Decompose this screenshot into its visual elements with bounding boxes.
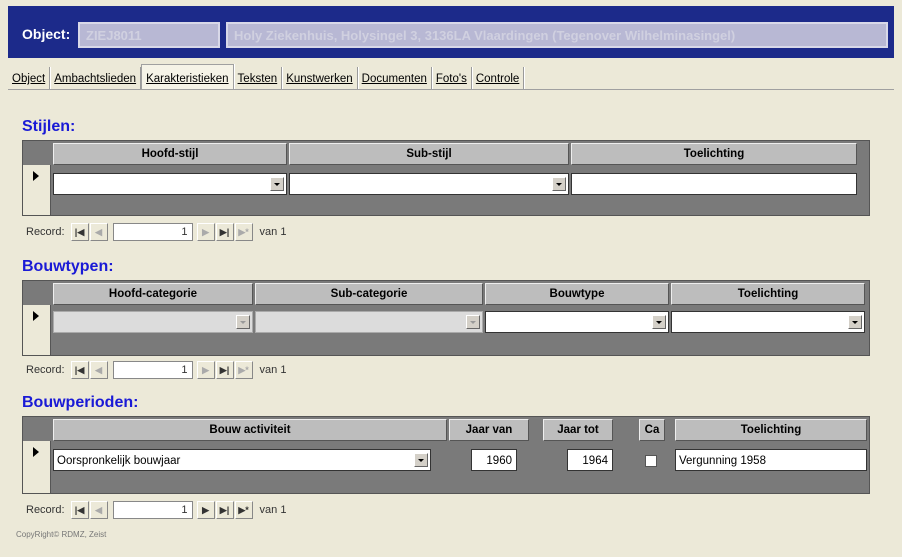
col-bouwtype[interactable]: Bouwtype <box>485 283 669 305</box>
prev-record-icon[interactable]: ◀ <box>89 361 108 379</box>
first-record-icon[interactable]: |◀ <box>70 361 89 379</box>
bouw-activiteit-value: Oorspronkelijk bouwjaar <box>57 455 181 467</box>
record-count: van 1 <box>259 364 287 376</box>
last-record-icon[interactable]: ▶| <box>215 361 234 379</box>
col-ca[interactable]: Ca <box>639 419 665 441</box>
record-label: Record: <box>26 226 65 238</box>
first-record-icon[interactable]: |◀ <box>70 501 89 519</box>
dropdown-arrow-icon[interactable] <box>652 315 666 329</box>
dropdown-arrow-icon[interactable] <box>848 315 862 329</box>
object-label: Object: <box>22 26 71 42</box>
col-toelichting[interactable]: Toelichting <box>571 143 857 165</box>
hoofd-stijl-combo[interactable] <box>53 173 287 195</box>
prev-record-icon[interactable]: ◀ <box>89 501 108 519</box>
record-selector-icon <box>33 447 39 457</box>
periode-toelichting-field[interactable]: Vergunning 1958 <box>675 449 867 471</box>
record-label: Record: <box>26 504 65 516</box>
tab-teksten[interactable]: Teksten <box>234 67 283 90</box>
col-toelichting[interactable]: Toelichting <box>675 419 867 441</box>
stijl-toelichting-field[interactable] <box>571 173 857 195</box>
bouw-activiteit-combo[interactable]: Oorspronkelijk bouwjaar <box>53 449 431 471</box>
prev-record-icon[interactable]: ◀ <box>89 223 108 241</box>
record-selector[interactable] <box>23 165 51 215</box>
tab-fotos[interactable]: Foto's <box>432 67 472 90</box>
tab-ambachtslieden[interactable]: Ambachtslieden <box>50 67 142 90</box>
col-sub-categorie[interactable]: Sub-categorie <box>255 283 483 305</box>
tab-karakteristieken-label: Karakteristieken <box>146 73 229 85</box>
tab-object[interactable]: Object <box>8 67 51 90</box>
last-record-icon[interactable]: ▶| <box>215 501 234 519</box>
stijlen-record-nav: Record: |◀ ◀ 1 ▶ ▶| ▶* van 1 <box>26 220 286 244</box>
object-address-field[interactable]: Holy Ziekenhuis, Holysingel 3, 3136LA Vl… <box>226 22 888 48</box>
first-record-icon[interactable]: |◀ <box>70 223 89 241</box>
record-selector-icon <box>33 311 39 321</box>
dropdown-arrow-icon[interactable] <box>236 315 250 329</box>
sub-stijl-combo[interactable] <box>289 173 569 195</box>
hoofd-categorie-combo[interactable] <box>53 311 253 333</box>
new-record-icon[interactable]: ▶* <box>234 501 253 519</box>
jaar-van-field[interactable]: 1960 <box>471 449 517 471</box>
stijlen-title: Stijlen: <box>22 118 76 135</box>
dropdown-arrow-icon[interactable] <box>466 315 480 329</box>
bouwtypen-title: Bouwtypen: <box>22 258 114 275</box>
stijlen-subform: Hoofd-stijl Sub-stijl Toelichting <box>22 140 870 216</box>
col-sub-stijl[interactable]: Sub-stijl <box>289 143 569 165</box>
col-toelichting[interactable]: Toelichting <box>671 283 865 305</box>
bouwperioden-record-nav: Record: |◀ ◀ 1 ▶ ▶| ▶* van 1 <box>26 498 286 522</box>
next-record-icon[interactable]: ▶ <box>196 501 215 519</box>
record-count: van 1 <box>259 504 287 516</box>
record-selector[interactable] <box>23 305 51 355</box>
dropdown-arrow-icon[interactable] <box>414 453 428 467</box>
col-bouw-activiteit[interactable]: Bouw activiteit <box>53 419 447 441</box>
tab-divider <box>8 89 894 90</box>
tab-documenten[interactable]: Documenten <box>358 67 432 90</box>
ca-checkbox[interactable] <box>645 455 657 467</box>
new-record-icon[interactable]: ▶* <box>234 361 253 379</box>
object-id-field[interactable]: ZIEJ8011 <box>78 22 220 48</box>
dropdown-arrow-icon[interactable] <box>552 177 566 191</box>
bouwtype-combo[interactable] <box>485 311 669 333</box>
sub-categorie-combo[interactable] <box>255 311 483 333</box>
col-hoofd-stijl[interactable]: Hoofd-stijl <box>53 143 287 165</box>
copyright-text: CopyRight© RDMZ, Zeist <box>16 530 107 539</box>
tab-karakteristieken[interactable]: Karakteristieken <box>141 64 234 90</box>
record-number-input[interactable]: 1 <box>112 223 193 241</box>
record-selector-icon <box>33 171 39 181</box>
next-record-icon[interactable]: ▶ <box>196 223 215 241</box>
col-hoofd-categorie[interactable]: Hoofd-categorie <box>53 283 253 305</box>
next-record-icon[interactable]: ▶ <box>196 361 215 379</box>
bouwtype-toelichting-combo[interactable] <box>671 311 865 333</box>
bouwtypen-subform: Hoofd-categorie Sub-categorie Bouwtype T… <box>22 280 870 356</box>
new-record-icon[interactable]: ▶* <box>234 223 253 241</box>
record-count: van 1 <box>259 226 287 238</box>
tab-kunstwerken[interactable]: Kunstwerken <box>282 67 358 90</box>
bouwtypen-record-nav: Record: |◀ ◀ 1 ▶ ▶| ▶* van 1 <box>26 358 286 382</box>
record-number-input[interactable]: 1 <box>112 501 193 519</box>
tab-controle[interactable]: Controle <box>472 67 525 90</box>
jaar-tot-field[interactable]: 1964 <box>567 449 613 471</box>
bouwperioden-title: Bouwperioden: <box>22 394 139 411</box>
dropdown-arrow-icon[interactable] <box>270 177 284 191</box>
tab-strip: Object Ambachtslieden Karakteristieken T… <box>8 62 525 90</box>
last-record-icon[interactable]: ▶| <box>215 223 234 241</box>
record-number-input[interactable]: 1 <box>112 361 193 379</box>
bouwperioden-subform: Bouw activiteit Jaar van Jaar tot Ca Toe… <box>22 416 870 494</box>
record-label: Record: <box>26 364 65 376</box>
col-jaar-van[interactable]: Jaar van <box>449 419 529 441</box>
record-selector[interactable] <box>23 441 51 493</box>
col-jaar-tot[interactable]: Jaar tot <box>543 419 613 441</box>
